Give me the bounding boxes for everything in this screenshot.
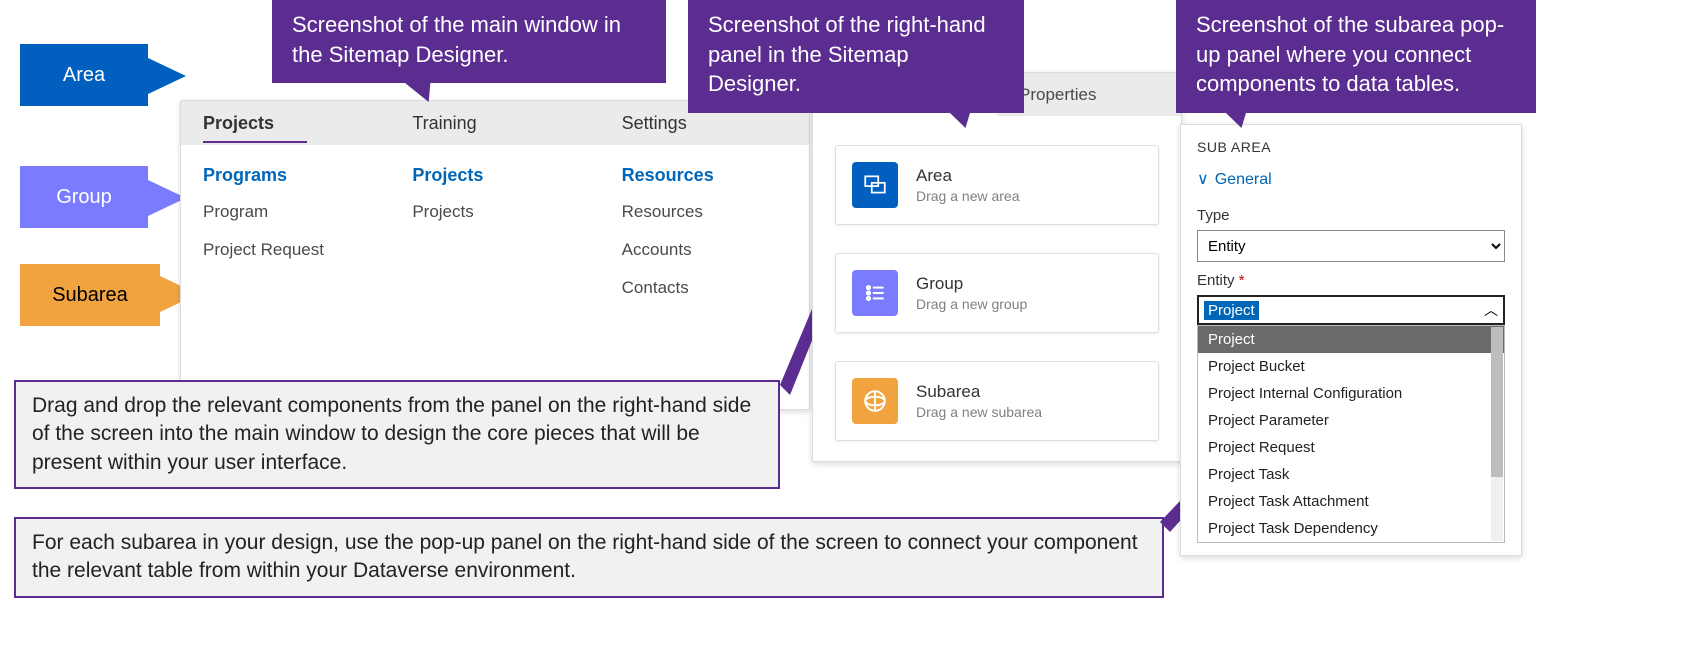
group-icon [852,270,898,316]
group-col-resources: Resources Resources Accounts Contacts [600,165,809,316]
type-field-label: Type [1197,207,1505,224]
entity-input-value: Project [1204,301,1259,320]
type-select[interactable]: Entity [1197,230,1505,262]
dropdown-scroll-thumb[interactable] [1491,327,1503,477]
entity-option-project-internal-config[interactable]: Project Internal Configuration [1198,380,1504,407]
callout-right-panel: Screenshot of the right-hand panel in th… [688,0,1024,113]
subarea-projects[interactable]: Projects [412,202,577,222]
entity-field-label: Entity * [1197,272,1505,289]
entity-option-project[interactable]: Project [1198,326,1504,353]
entity-option-project-bucket[interactable]: Project Bucket [1198,353,1504,380]
entity-option-project-task[interactable]: Project Task [1198,461,1504,488]
subarea-program[interactable]: Program [203,202,368,222]
entity-option-project-parameter[interactable]: Project Parameter [1198,407,1504,434]
subarea-resources[interactable]: Resources [622,202,787,222]
area-label: Area [20,44,148,106]
right-panel: Components Properties Area Drag a new ar… [812,72,1182,462]
area-label-pointer [148,58,186,94]
instruction-box-1: Drag and drop the relevant components fr… [14,380,780,489]
component-group-sub: Drag a new group [916,296,1027,312]
callout-main-window: Screenshot of the main window in the Sit… [272,0,666,83]
entity-option-project-task-attachment[interactable]: Project Task Attachment [1198,488,1504,515]
subarea-accounts[interactable]: Accounts [622,240,787,260]
subarea-label: Subarea [20,264,160,326]
tab-projects[interactable]: Projects [181,101,390,145]
chevron-down-icon: ∨ [1197,169,1209,189]
group-col-projects: Projects Projects [390,165,599,316]
group-header-resources[interactable]: Resources [622,165,787,186]
general-section-label: General [1215,171,1272,188]
group-header-programs[interactable]: Programs [203,165,368,186]
groups-row: Programs Program Project Request Project… [181,145,809,322]
component-area[interactable]: Area Drag a new area [835,145,1159,225]
entity-option-project-request[interactable]: Project Request [1198,434,1504,461]
entity-dropdown: Project Project Bucket Project Internal … [1197,325,1505,543]
entity-option-project-task-dependency[interactable]: Project Task Dependency [1198,515,1504,542]
component-area-sub: Drag a new area [916,188,1020,204]
component-group[interactable]: Group Drag a new group [835,253,1159,333]
component-subarea[interactable]: Subarea Drag a new subarea [835,361,1159,441]
component-group-title: Group [916,274,1027,294]
component-subarea-title: Subarea [916,382,1042,402]
subarea-heading: SUB AREA [1197,139,1505,155]
tab-properties[interactable]: Properties [997,73,1181,116]
callout-props-panel: Screenshot of the subarea pop-up panel w… [1176,0,1536,113]
chevron-up-icon: ︿ [1484,300,1498,320]
instruction-box-2: For each subarea in your design, use the… [14,517,1164,598]
subarea-contacts[interactable]: Contacts [622,278,787,298]
dropdown-scrollbar[interactable] [1491,327,1503,541]
general-section-toggle[interactable]: ∨ General [1197,169,1505,189]
subarea-icon [852,378,898,424]
subarea-project-request[interactable]: Project Request [203,240,368,260]
tab-training[interactable]: Training [390,101,599,145]
group-header-projects[interactable]: Projects [412,165,577,186]
area-icon [852,162,898,208]
group-col-programs: Programs Program Project Request [181,165,390,316]
group-label: Group [20,166,148,228]
sitemap-main-window: Projects Training Settings Programs Prog… [180,100,810,410]
entity-lookup-input[interactable]: Project ︿ [1197,295,1505,325]
component-subarea-sub: Drag a new subarea [916,404,1042,420]
subarea-properties-panel: SUB AREA ∨ General Type Entity Entity * P… [1180,124,1522,556]
component-area-title: Area [916,166,1020,186]
